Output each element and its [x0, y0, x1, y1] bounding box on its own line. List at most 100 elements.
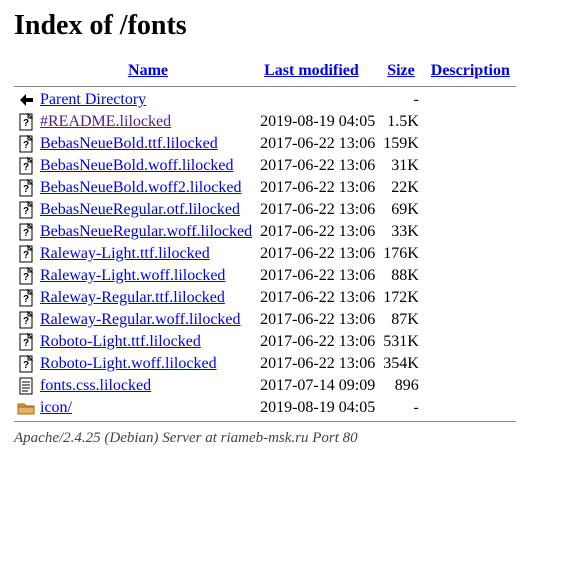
file-link[interactable]: Parent Directory — [40, 91, 146, 108]
modified-cell: 2017-06-22 13:06 — [258, 353, 381, 375]
modified-cell: 2017-06-22 13:06 — [258, 243, 381, 265]
svg-text:?: ? — [23, 294, 29, 305]
file-link[interactable]: BebasNeueRegular.woff.lilocked — [40, 223, 252, 240]
description-cell — [425, 375, 516, 397]
file-link[interactable]: BebasNeueBold.ttf.lilocked — [40, 135, 218, 152]
description-cell — [425, 89, 516, 111]
description-cell — [425, 177, 516, 199]
sort-size-link[interactable]: Size — [387, 62, 415, 79]
folder-icon — [14, 397, 38, 419]
size-cell: 33K — [381, 221, 425, 243]
description-cell — [425, 265, 516, 287]
modified-cell: 2017-06-22 13:06 — [258, 265, 381, 287]
description-cell — [425, 199, 516, 221]
description-cell — [425, 397, 516, 419]
description-cell — [425, 111, 516, 133]
table-row: ? Roboto-Light.woff.lilocked 2017-06-22 13… — [14, 353, 516, 375]
table-row: icon/2019-08-19 04:05- — [14, 397, 516, 419]
size-cell: - — [381, 397, 425, 419]
table-row: ? BebasNeueBold.ttf.lilocked 2017-06-22 13… — [14, 133, 516, 155]
unknown-icon: ? — [14, 155, 38, 177]
file-link[interactable]: BebasNeueRegular.otf.lilocked — [40, 201, 240, 218]
size-cell: 31K — [381, 155, 425, 177]
unknown-icon: ? — [14, 309, 38, 331]
directory-listing: Name Last modified Size Description Pare… — [14, 60, 516, 424]
unknown-icon: ? — [14, 265, 38, 287]
modified-cell: 2019-08-19 04:05 — [258, 111, 381, 133]
modified-cell: 2017-06-22 13:06 — [258, 287, 381, 309]
file-link[interactable]: BebasNeueBold.woff2.lilocked — [40, 179, 241, 196]
svg-text:?: ? — [23, 316, 29, 327]
table-row: ?Raleway-Regular.woff.lilocked2017-06-22… — [14, 309, 516, 331]
svg-text:?: ? — [23, 162, 29, 173]
file-link[interactable]: #README.lilocked — [40, 113, 171, 130]
modified-cell: 2017-06-22 13:06 — [258, 133, 381, 155]
modified-cell: 2017-06-22 13:06 — [258, 177, 381, 199]
divider — [14, 86, 516, 87]
unknown-icon: ? — [14, 199, 38, 221]
svg-text:?: ? — [23, 140, 29, 151]
sort-description-link[interactable]: Description — [431, 62, 510, 79]
size-cell: 159K — [381, 133, 425, 155]
svg-text:?: ? — [23, 184, 29, 195]
unknown-icon: ? — [14, 133, 38, 155]
modified-cell: 2017-06-22 13:06 — [258, 331, 381, 353]
page-title: Index of /fonts — [14, 10, 565, 42]
modified-cell: 2017-07-14 09:09 — [258, 375, 381, 397]
size-cell: 896 — [381, 375, 425, 397]
text-icon — [14, 375, 38, 397]
file-link[interactable]: Roboto-Light.ttf.lilocked — [40, 333, 201, 350]
unknown-icon: ? — [14, 287, 38, 309]
size-cell: 69K — [381, 199, 425, 221]
table-row: ? Roboto-Light.ttf.lilocked 2017-06-22 13:… — [14, 331, 516, 353]
description-cell — [425, 287, 516, 309]
unknown-icon: ? — [14, 221, 38, 243]
svg-text:?: ? — [23, 338, 29, 349]
file-link[interactable]: BebasNeueBold.woff.lilocked — [40, 157, 233, 174]
svg-text:?: ? — [23, 272, 29, 283]
table-row: ? #README.lilocked 2019-08-19 04:051.5K — [14, 111, 516, 133]
file-link[interactable]: icon/ — [40, 399, 72, 416]
file-link[interactable]: Raleway-Light.woff.lilocked — [40, 267, 225, 284]
modified-cell: 2017-06-22 13:06 — [258, 199, 381, 221]
svg-text:?: ? — [23, 360, 29, 371]
size-cell: 172K — [381, 287, 425, 309]
modified-cell: 2017-06-22 13:06 — [258, 221, 381, 243]
unknown-icon: ? — [14, 177, 38, 199]
server-signature: Apache/2.4.25 (Debian) Server at riameb-… — [14, 430, 565, 447]
back-icon — [14, 89, 38, 111]
table-row: ? BebasNeueBold.woff.lilocked 2017-06-22 1… — [14, 155, 516, 177]
size-cell: 1.5K — [381, 111, 425, 133]
svg-text:?: ? — [23, 228, 29, 239]
sort-name-link[interactable]: Name — [128, 62, 168, 79]
size-cell: - — [381, 89, 425, 111]
file-link[interactable]: Raleway-Regular.ttf.lilocked — [40, 289, 225, 306]
svg-text:?: ? — [23, 118, 29, 129]
description-cell — [425, 331, 516, 353]
description-cell — [425, 243, 516, 265]
sort-modified-link[interactable]: Last modified — [264, 62, 359, 79]
description-cell — [425, 221, 516, 243]
size-cell: 22K — [381, 177, 425, 199]
description-cell — [425, 155, 516, 177]
file-link[interactable]: Raleway-Light.ttf.lilocked — [40, 245, 210, 262]
size-cell: 88K — [381, 265, 425, 287]
unknown-icon: ? — [14, 111, 38, 133]
file-link[interactable]: Raleway-Regular.woff.lilocked — [40, 311, 241, 328]
modified-cell: 2017-06-22 13:06 — [258, 155, 381, 177]
header-row: Name Last modified Size Description — [14, 60, 516, 84]
description-cell — [425, 309, 516, 331]
table-row: Parent Directory - — [14, 89, 516, 111]
file-link[interactable]: Roboto-Light.woff.lilocked — [40, 355, 217, 372]
table-row: ?BebasNeueRegular.otf.lilocked 2017-06-22… — [14, 199, 516, 221]
unknown-icon: ? — [14, 353, 38, 375]
modified-cell: 2019-08-19 04:05 — [258, 397, 381, 419]
table-row: fonts.css.lilocked 2017-07-14 09:09896 — [14, 375, 516, 397]
divider — [14, 421, 516, 422]
unknown-icon: ? — [14, 243, 38, 265]
modified-cell — [258, 89, 381, 111]
size-cell: 87K — [381, 309, 425, 331]
description-cell — [425, 353, 516, 375]
table-row: ? Raleway-Light.woff.lilocked 2017-06-22 1… — [14, 265, 516, 287]
file-link[interactable]: fonts.css.lilocked — [40, 377, 151, 394]
